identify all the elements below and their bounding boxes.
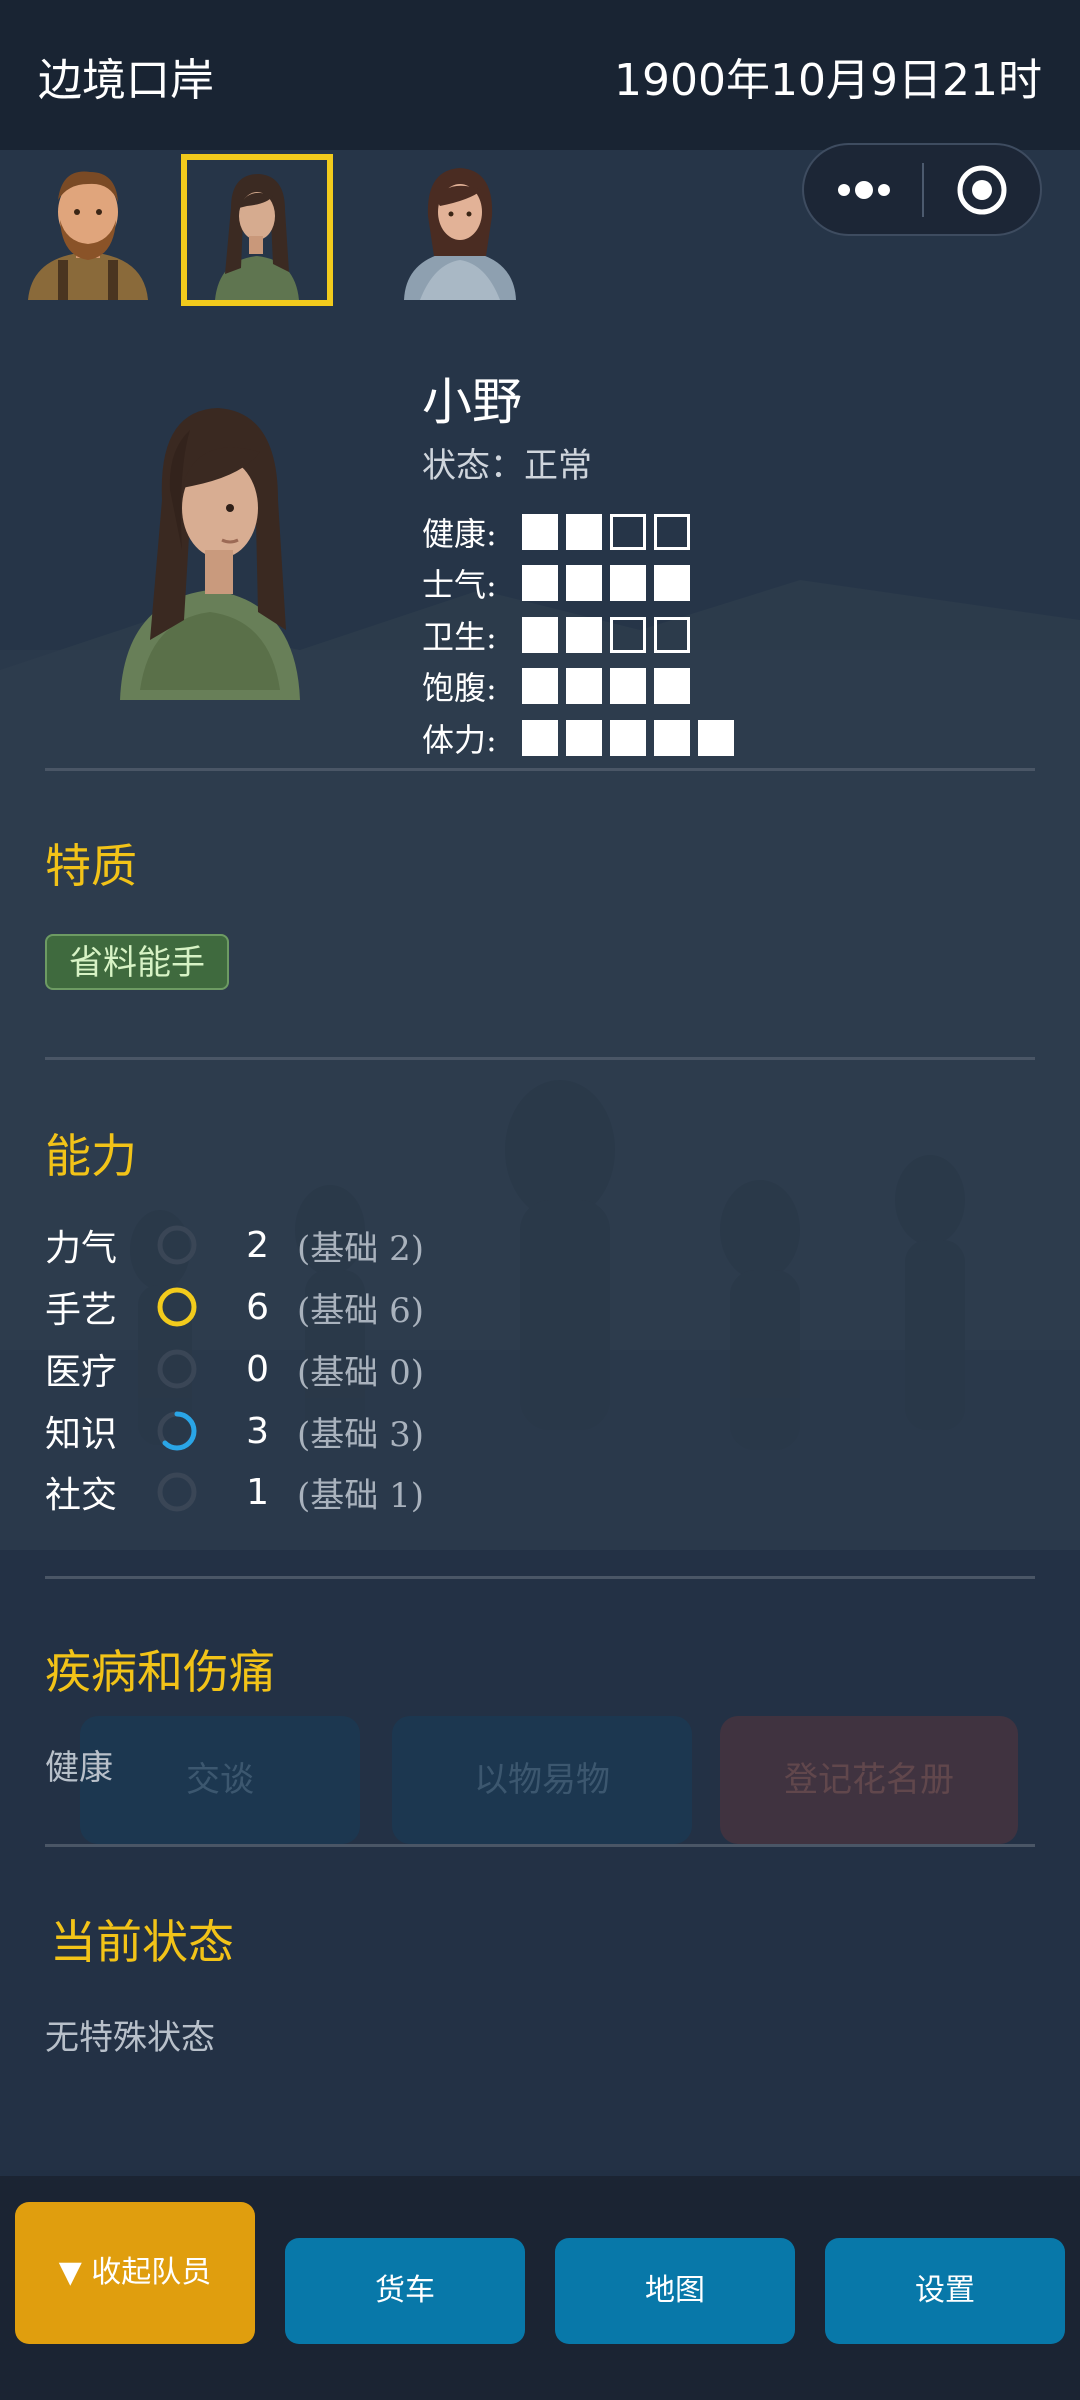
girl-green-sweater-portrait-icon [120, 408, 300, 700]
ability-row-medical: 医疗 0 (基础 0) [45, 1344, 424, 1394]
bottom-nav-bar: ▼ 收起队员 货车 地图 设置 [0, 2176, 1080, 2400]
stat-label: 饱腹: [422, 669, 497, 707]
ability-ring-empty-icon [157, 1472, 197, 1512]
ability-ring-empty-icon [157, 1225, 197, 1265]
stat-row-health: 健康: [422, 512, 698, 553]
ability-name: 手艺 [45, 1290, 118, 1331]
capsule-divider [922, 163, 924, 217]
trait-badge[interactable]: 省料能手 [45, 934, 229, 990]
stat-box-filled [566, 514, 602, 550]
ability-ring-empty-icon [157, 1349, 197, 1389]
ability-name: 社交 [45, 1475, 118, 1516]
stat-box-filled [566, 565, 602, 601]
bearded-man-portrait-icon [28, 171, 148, 300]
stat-label: 体力: [422, 721, 497, 759]
more-dots-icon[interactable] [834, 163, 894, 217]
ability-name: 力气 [45, 1228, 118, 1269]
current-status-title: 当前状态 [50, 1915, 234, 1969]
register-roster-button-faded: 登记花名册 [720, 1716, 1018, 1844]
crew-avatar-woman-shawl[interactable] [390, 160, 530, 300]
ability-base: (基础 0) [297, 1352, 424, 1393]
stat-box-filled [522, 720, 558, 756]
target-circle-icon[interactable] [954, 163, 1010, 217]
stat-box-filled [654, 565, 690, 601]
top-header: 边境口岸 1900年10月9日21时 [0, 0, 1080, 150]
stat-box-filled [610, 668, 646, 704]
stat-box-empty [610, 514, 646, 550]
stat-box-empty [654, 514, 690, 550]
stat-box-filled [698, 720, 734, 756]
ability-value: 6 [246, 1286, 269, 1328]
traits-title: 特质 [45, 839, 137, 893]
stat-label: 士气: [422, 566, 497, 604]
section-divider [45, 1844, 1035, 1847]
location-title: 边境口岸 [38, 55, 214, 106]
stat-row-morale: 士气: [422, 563, 698, 604]
current-status-text: 无特殊状态 [45, 2018, 215, 2058]
ability-base: (基础 2) [297, 1228, 424, 1269]
ability-value: 0 [246, 1348, 269, 1390]
stat-box-filled [654, 720, 690, 756]
character-portrait [110, 390, 310, 700]
ability-value: 2 [246, 1224, 269, 1266]
stat-box-filled [522, 565, 558, 601]
ability-ring-partial-icon [157, 1411, 197, 1451]
miniprogram-capsule [802, 143, 1042, 236]
stat-box-filled [522, 514, 558, 550]
crew-avatar-girl-green-sweater[interactable] [181, 154, 333, 306]
character-name: 小野 [422, 373, 522, 431]
section-divider [45, 768, 1035, 771]
ability-name: 医疗 [45, 1352, 118, 1393]
ability-base: (基础 3) [297, 1414, 424, 1455]
girl-green-sweater-portrait-icon [215, 174, 299, 300]
ability-row-craft: 手艺 6 (基础 6) [45, 1282, 424, 1332]
woman-shawl-portrait-icon [404, 168, 516, 300]
stat-box-filled [654, 668, 690, 704]
ability-row-social: 社交 1 (基础 1) [45, 1467, 424, 1517]
stat-box-filled [566, 668, 602, 704]
collapse-crew-button[interactable]: ▼ 收起队员 [15, 2202, 255, 2344]
stat-box-filled [566, 720, 602, 756]
talk-button-faded: 交谈 [80, 1716, 360, 1844]
ability-value: 3 [246, 1410, 269, 1452]
section-divider [45, 1057, 1035, 1060]
stat-row-satiety: 饱腹: [422, 666, 698, 707]
map-button[interactable]: 地图 [555, 2238, 795, 2344]
barter-button-faded: 以物易物 [392, 1716, 692, 1844]
section-divider [45, 1576, 1035, 1579]
ability-value: 1 [246, 1471, 269, 1513]
game-datetime: 1900年10月9日21时 [614, 55, 1042, 106]
settings-button[interactable]: 设置 [825, 2238, 1065, 2344]
stat-row-hygiene: 卫生: [422, 615, 698, 656]
ability-ring-full-icon [157, 1287, 197, 1327]
ability-row-knowledge: 知识 3 (基础 3) [45, 1406, 424, 1456]
truck-button[interactable]: 货车 [285, 2238, 525, 2344]
ability-name: 知识 [45, 1414, 118, 1455]
stat-row-stamina: 体力: [422, 718, 742, 759]
stat-box-empty [610, 617, 646, 653]
stat-label: 健康: [422, 515, 497, 553]
illness-title: 疾病和伤痛 [45, 1645, 275, 1699]
illness-text: 健康 [45, 1748, 113, 1788]
stat-box-filled [522, 668, 558, 704]
character-status: 状态：正常 [422, 446, 592, 486]
stat-label: 卫生: [422, 618, 497, 656]
stat-box-empty [654, 617, 690, 653]
stat-box-filled [566, 617, 602, 653]
crew-avatar-bearded-man[interactable] [18, 160, 158, 300]
ability-base: (基础 1) [297, 1475, 424, 1516]
ability-base: (基础 6) [297, 1290, 424, 1331]
stat-box-filled [610, 565, 646, 601]
stat-box-filled [610, 720, 646, 756]
stat-box-filled [522, 617, 558, 653]
ability-row-strength: 力气 2 (基础 2) [45, 1220, 424, 1270]
abilities-title: 能力 [45, 1129, 137, 1183]
